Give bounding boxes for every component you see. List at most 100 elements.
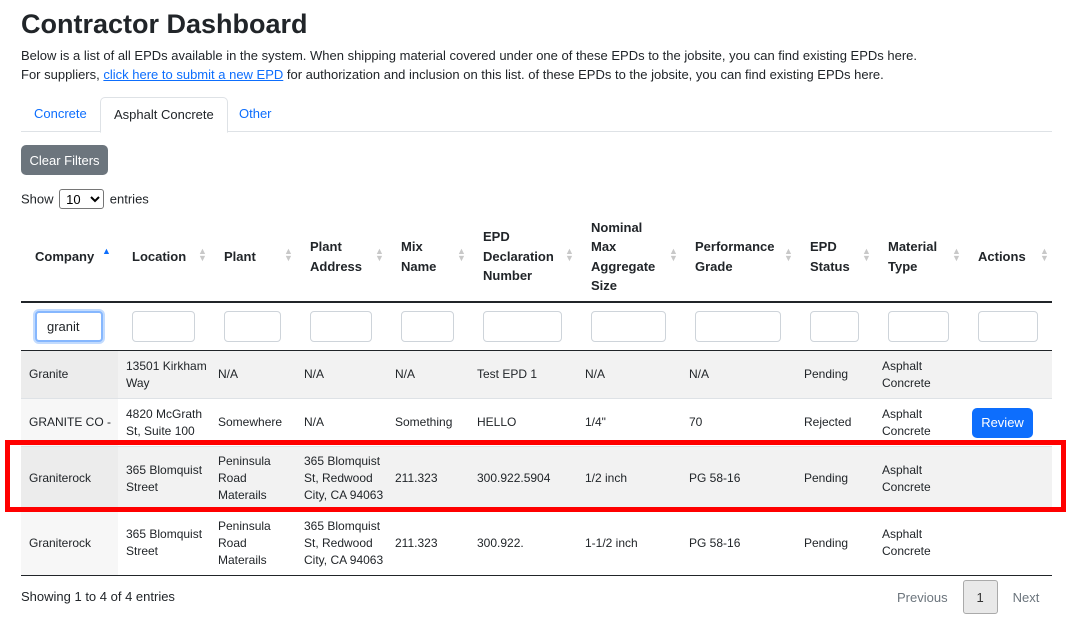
material-tabs: Concrete Asphalt Concrete Other	[21, 97, 1052, 133]
table-row: Granite 13501 Kirkham Way N/A N/A N/A Te…	[21, 351, 1052, 399]
cell-max-aggregate: N/A	[585, 367, 606, 381]
mix-name-filter-input[interactable]	[401, 311, 454, 342]
col-epd-declaration-number[interactable]: EPD Declaration Number ▲ ▼	[469, 210, 577, 303]
plant-address-filter-input[interactable]	[310, 311, 372, 342]
col-material-label: Material Type	[888, 239, 938, 274]
cell-location: 365 Blomquist Street	[126, 527, 203, 558]
review-button[interactable]: Review	[972, 407, 1033, 438]
description-prefix: For suppliers,	[21, 67, 104, 82]
status-filter-input[interactable]	[810, 311, 859, 342]
col-plant-address[interactable]: Plant Address ▲ ▼	[296, 210, 387, 303]
sort-icon: ▲ ▼	[565, 246, 574, 263]
col-nominal-max-aggregate[interactable]: Nominal Max Aggregate Size ▲ ▼	[577, 210, 681, 303]
sort-icon: ▲ ▼	[284, 246, 293, 263]
sort-icon: ▲ ▼	[784, 246, 793, 263]
entries-select[interactable]: 10	[59, 189, 105, 209]
col-mix-name-label: Mix Name	[401, 239, 437, 274]
show-label: Show	[21, 191, 54, 207]
page-title: Contractor Dashboard	[21, 9, 308, 39]
sort-icon: ▲ ▼	[669, 246, 678, 263]
col-plant-label: Plant	[224, 248, 256, 264]
plant-filter-input[interactable]	[224, 311, 281, 342]
col-grade-label: Performance Grade	[695, 239, 775, 274]
cell-grade: N/A	[689, 367, 710, 381]
col-actions-label: Actions	[978, 248, 1026, 264]
cell-grade: 70	[689, 415, 703, 429]
cell-mix-name: 211.323	[395, 471, 438, 485]
submit-epd-link[interactable]: click here to submit a new EPD	[103, 67, 283, 82]
col-performance-grade[interactable]: Performance Grade ▲ ▼	[681, 210, 796, 303]
cell-grade: PG 58-16	[689, 471, 741, 485]
col-material-type[interactable]: Material Type ▲ ▼	[874, 210, 964, 303]
cell-company: GRANITE CO -	[21, 399, 118, 446]
table-info: Showing 1 to 4 of 4 entries	[21, 589, 175, 604]
grade-filter-input[interactable]	[695, 311, 781, 342]
cell-company: Graniterock	[21, 511, 118, 575]
cell-plant-address: 365 Blomquist St, Redwood City, CA 94063	[304, 518, 384, 567]
pagination: Previous 1 Next	[897, 580, 1039, 614]
table-row: Graniterock 365 Blomquist Street Peninsu…	[21, 511, 1052, 576]
cell-material: Asphalt Concrete	[882, 358, 931, 390]
sort-icon: ▲ ▼	[952, 246, 961, 263]
col-epd-status[interactable]: EPD Status ▲ ▼	[796, 210, 874, 303]
sort-icon: ▲ ▼	[198, 246, 207, 263]
description-line-1: Below is a list of all EPDs available in…	[21, 48, 918, 63]
actions-filter-input[interactable]	[978, 311, 1038, 342]
material-filter-input[interactable]	[888, 311, 949, 342]
cell-plant: N/A	[218, 367, 239, 381]
location-filter-input[interactable]	[132, 311, 195, 342]
epd-number-filter-input[interactable]	[483, 311, 562, 342]
next-page-button[interactable]: Next	[1013, 590, 1040, 605]
cell-grade: PG 58-16	[689, 535, 741, 550]
cell-location: 4820 McGrath St, Suite 100	[126, 406, 203, 438]
col-mix-name[interactable]: Mix Name ▲ ▼	[387, 210, 469, 303]
description-line-2: For suppliers, click here to submit a ne…	[21, 65, 1061, 84]
cell-epd-number: Test EPD 1	[477, 367, 538, 381]
tab-asphalt-concrete[interactable]: Asphalt Concrete	[100, 97, 228, 133]
cell-material: Asphalt Concrete	[882, 527, 931, 558]
cell-status: Pending	[804, 471, 849, 485]
sort-icon: ▲ ▼	[457, 246, 466, 263]
cell-plant: Peninsula Road Materails	[218, 518, 271, 567]
tab-concrete[interactable]: Concrete	[21, 97, 100, 132]
cell-plant-address: N/A	[304, 415, 325, 429]
cell-material: Asphalt Concrete	[882, 462, 931, 494]
col-actions[interactable]: Actions ▲ ▼	[964, 210, 1052, 303]
tab-other[interactable]: Other	[226, 97, 285, 132]
cell-plant: Somewhere	[218, 415, 283, 429]
sort-icon: ▲ ▼	[1040, 246, 1049, 263]
page-1-button[interactable]: 1	[962, 580, 998, 614]
table-header: Company ▲ Location ▲ ▼ Plant ▲ ▼ Plant Addres…	[21, 210, 1052, 303]
cell-company: Granite	[21, 351, 118, 398]
col-company[interactable]: Company ▲	[21, 210, 118, 303]
clear-filters-button[interactable]: Clear Filters	[21, 145, 108, 175]
cell-plant: Peninsula Road Materails	[218, 454, 271, 502]
previous-page-button[interactable]: Previous	[897, 590, 948, 605]
col-location-label: Location	[132, 248, 187, 264]
cell-actions: Review	[964, 399, 1052, 446]
sort-icon: ▲ ▼	[862, 246, 871, 263]
cell-status: Rejected	[804, 415, 852, 429]
cell-material: Asphalt Concrete	[882, 406, 931, 438]
company-filter-input[interactable]	[35, 311, 103, 342]
max-aggregate-filter-input[interactable]	[591, 311, 666, 342]
cell-status: Pending	[804, 535, 849, 550]
page-description: Below is a list of all EPDs available in…	[21, 46, 1061, 84]
description-suffix: for authorization and inclusion on this …	[283, 67, 884, 82]
cell-epd-number: 300.922.5904	[477, 471, 551, 485]
filter-row	[21, 303, 1052, 351]
cell-mix-name: N/A	[395, 367, 416, 381]
entries-length-control: Show 10 entries	[21, 189, 149, 210]
col-plant[interactable]: Plant ▲ ▼	[210, 210, 296, 303]
col-location[interactable]: Location ▲ ▼	[118, 210, 210, 303]
sort-icon: ▲	[102, 246, 111, 256]
cell-max-aggregate: 1/4"	[585, 415, 606, 429]
sort-icon: ▲ ▼	[375, 246, 384, 263]
col-status-label: EPD Status	[810, 239, 850, 274]
cell-epd-number: 300.922.	[477, 535, 524, 550]
cell-max-aggregate: 1/2 inch	[585, 471, 628, 485]
col-plant-address-label: Plant Address	[310, 239, 363, 274]
cell-mix-name: 211.323	[395, 535, 438, 550]
col-epd-number-label: EPD Declaration Number	[483, 229, 554, 284]
col-company-label: Company	[35, 248, 95, 264]
